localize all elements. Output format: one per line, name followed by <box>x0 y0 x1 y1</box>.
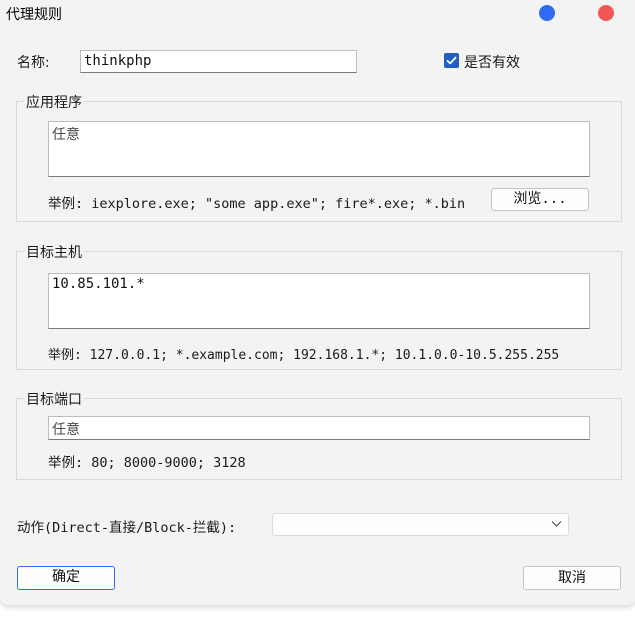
target-hosts-example: 举例: 127.0.0.1; *.example.com; 192.168.1.… <box>48 348 560 363</box>
ok-button[interactable]: 确定 <box>17 566 115 590</box>
minimize-dot-icon[interactable] <box>539 5 555 21</box>
title-bar[interactable]: 代理规则 <box>0 0 635 28</box>
close-dot-icon[interactable] <box>598 5 614 21</box>
action-select[interactable] <box>272 513 569 536</box>
enabled-checkbox-label: 是否有效 <box>464 55 520 71</box>
target-ports-example: 举例: 80; 8000-9000; 3128 <box>48 455 246 471</box>
applications-example: 举例: iexplore.exe; "some app.exe"; fire*.… <box>48 196 466 212</box>
name-input[interactable]: thinkphp <box>80 50 357 73</box>
name-label: 名称: <box>17 55 50 71</box>
target-ports-group-title: 目标端口 <box>24 389 84 409</box>
enabled-checkbox[interactable] <box>444 53 459 68</box>
window-title: 代理规则 <box>6 7 62 23</box>
cancel-button[interactable]: 取消 <box>523 566 621 590</box>
action-label: 动作(Direct-直接/Block-拦截): <box>17 520 237 536</box>
target-hosts-group-title: 目标主机 <box>24 242 84 262</box>
target-ports-input[interactable]: 任意 <box>48 416 590 440</box>
proxy-rule-dialog: 代理规则 名称: thinkphp 是否有效 应用程序 任意 举例: iexpl… <box>0 0 635 605</box>
applications-input[interactable]: 任意 <box>48 121 590 177</box>
target-hosts-input[interactable]: 10.85.101.* <box>48 273 590 329</box>
browse-button[interactable]: 浏览... <box>491 188 589 211</box>
chevron-down-icon <box>551 521 562 527</box>
applications-group-title: 应用程序 <box>24 92 84 112</box>
checkmark-icon <box>446 56 457 65</box>
